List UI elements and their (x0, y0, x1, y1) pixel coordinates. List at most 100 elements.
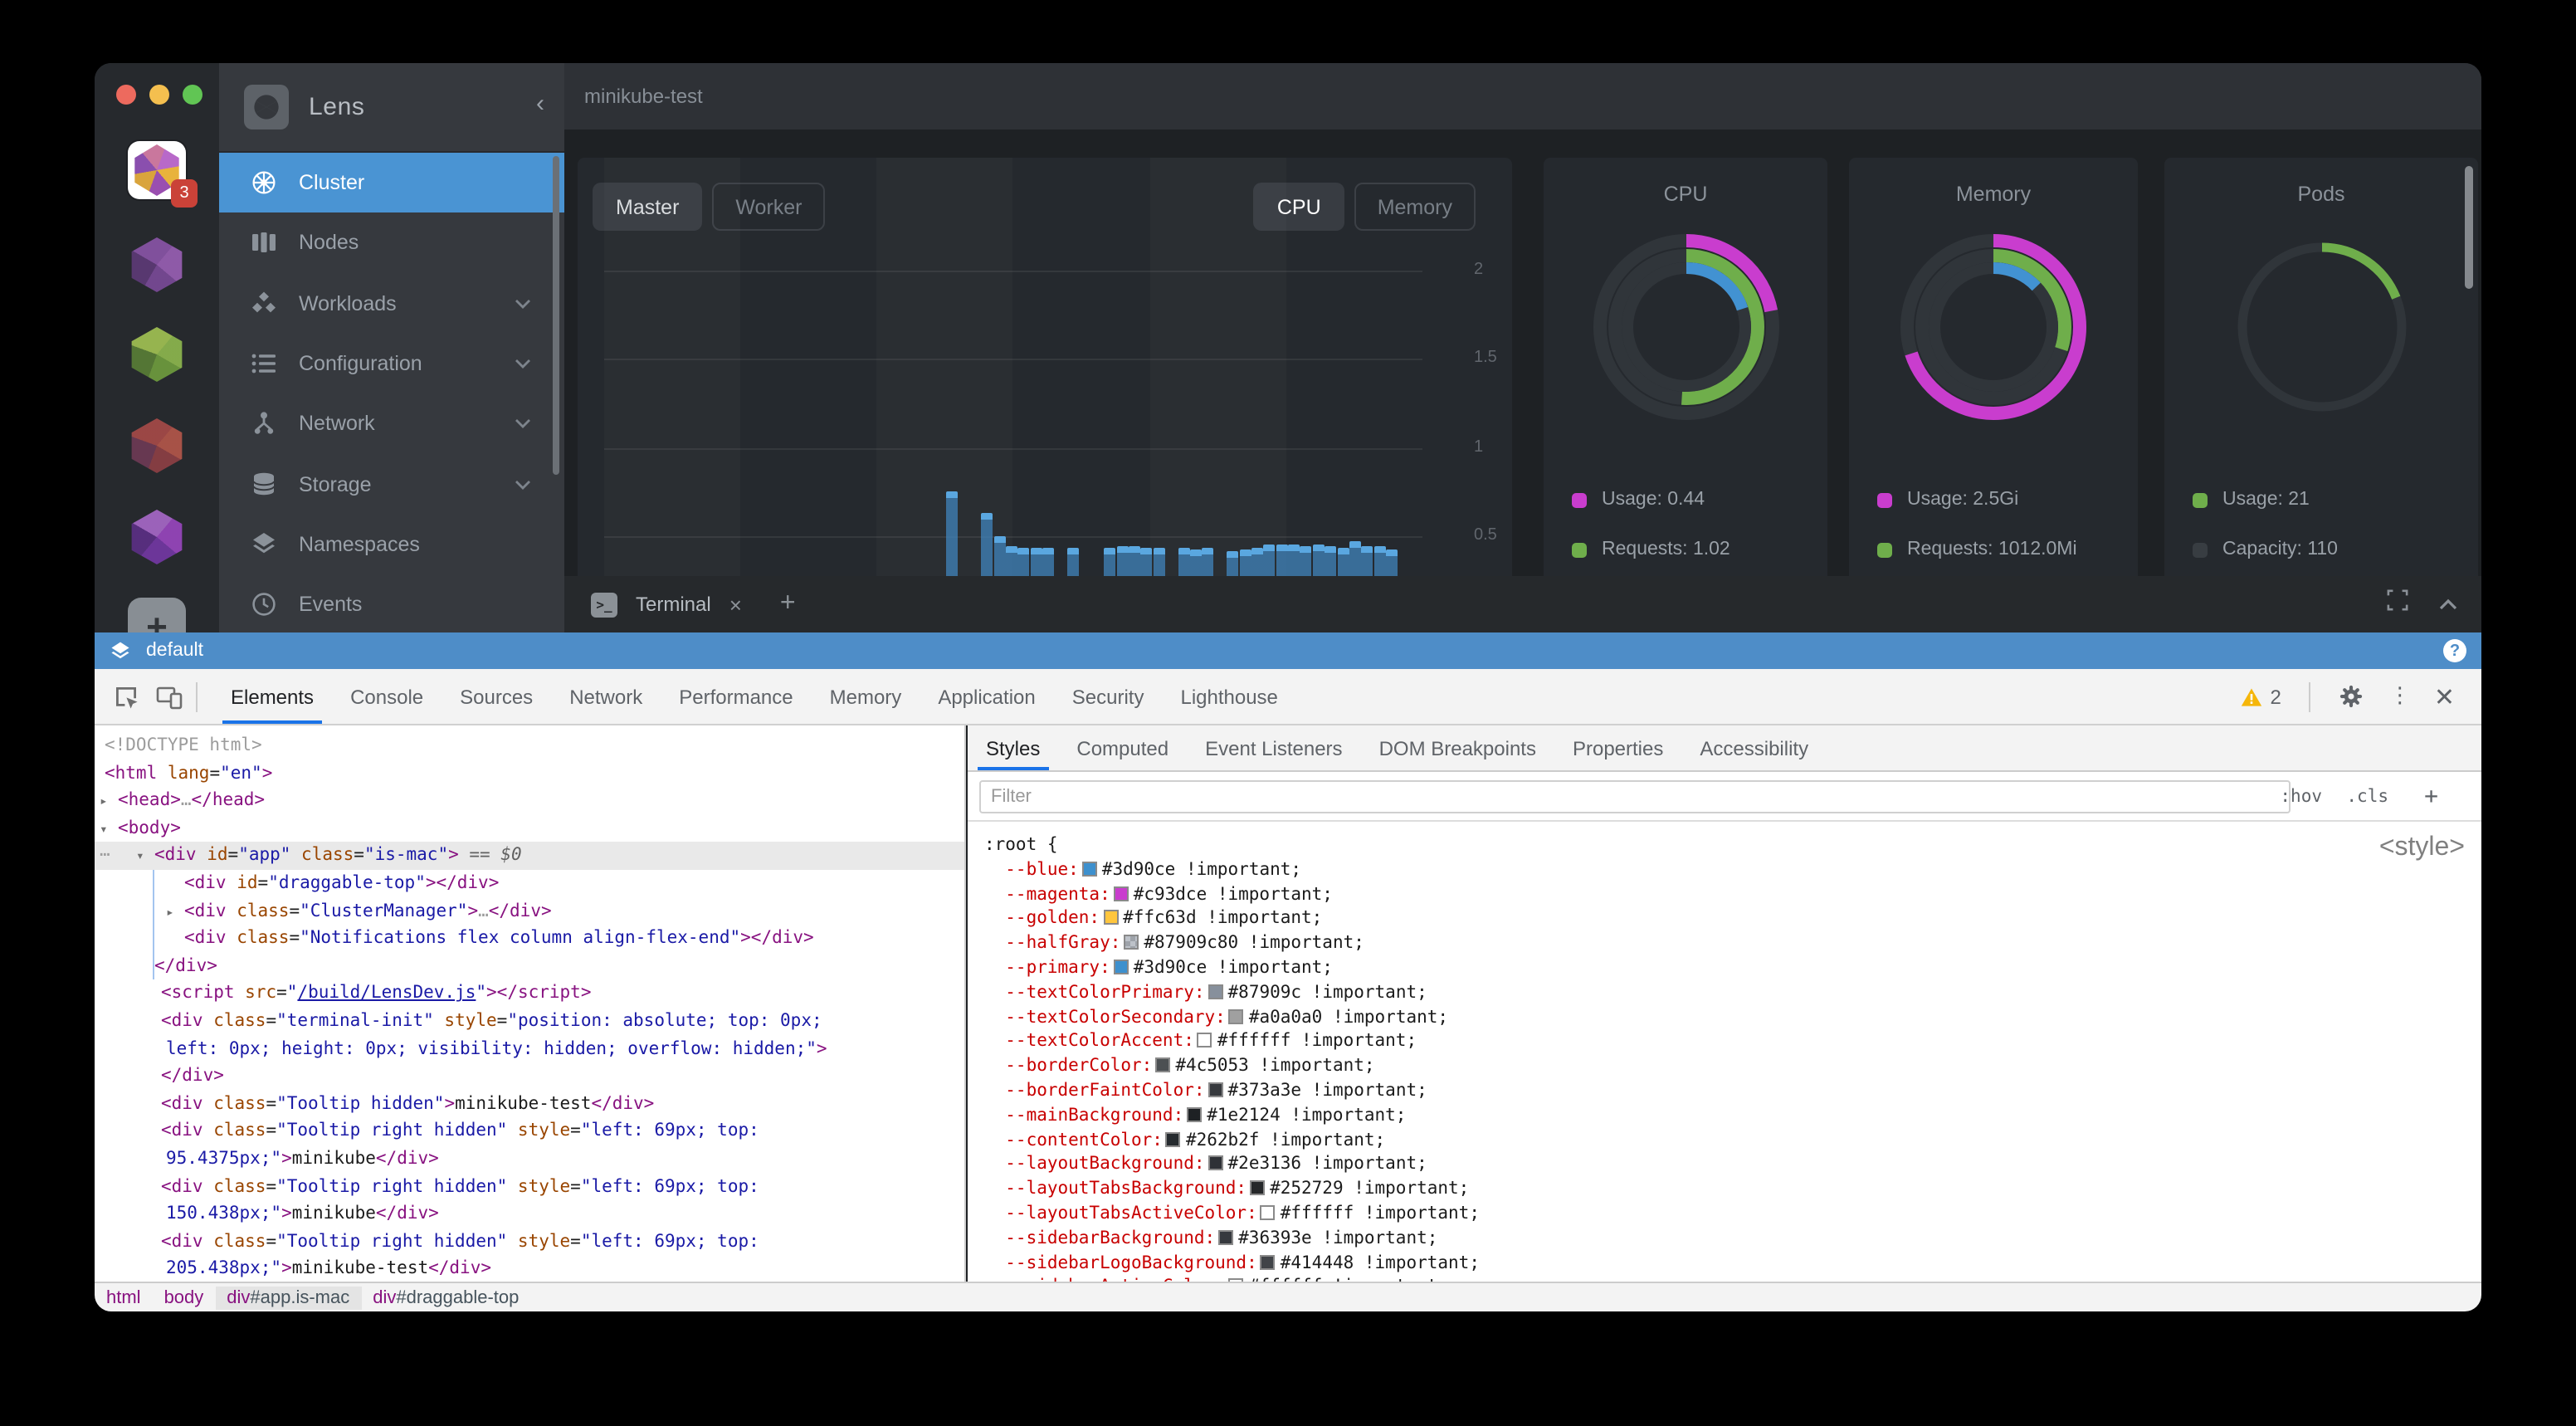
sidebar-item-workloads[interactable]: Workloads (219, 273, 564, 334)
devtools-tab-elements[interactable]: Elements (212, 669, 332, 724)
devtools-tab-console[interactable]: Console (332, 669, 442, 724)
devtools-tab-application[interactable]: Application (920, 669, 1053, 724)
css-variable-declaration[interactable]: --blue:#3d90ce !important; (984, 858, 2481, 883)
dom-tree-node[interactable]: left: 0px; height: 0px; visibility: hidd… (95, 1035, 964, 1062)
devtools-tab-performance[interactable]: Performance (661, 669, 811, 724)
main-scrollbar[interactable] (2465, 166, 2473, 289)
minimize-window-button[interactable] (149, 85, 169, 105)
color-swatch[interactable] (1261, 1205, 1276, 1220)
css-variable-declaration[interactable]: --golden:#ffc63d !important; (984, 907, 2481, 932)
breadcrumb-item[interactable]: div#draggable-top (361, 1286, 530, 1309)
sidebar-item-events[interactable]: Events (219, 574, 564, 635)
css-variable-declaration[interactable]: --borderFaintColor:#373a3e !important; (984, 1079, 2481, 1104)
dom-tree-node[interactable]: </div> (95, 1062, 964, 1090)
color-swatch[interactable] (1114, 886, 1129, 901)
style-source-link[interactable]: <style> (2379, 833, 2465, 863)
dom-tree-node[interactable]: <div class="Tooltip hidden">minikube-tes… (95, 1090, 964, 1117)
devtools-tab-security[interactable]: Security (1054, 669, 1163, 724)
devtools-tab-network[interactable]: Network (551, 669, 661, 724)
dom-tree-node[interactable]: 205.438px;">minikube-test</div> (95, 1256, 964, 1282)
dom-tree-node[interactable]: <script src="/build/LensDev.js"></script… (95, 980, 964, 1008)
new-style-rule-button[interactable]: + (2424, 772, 2438, 822)
sidebar-item-network[interactable]: Network (219, 393, 564, 454)
dom-tree-node[interactable]: <html lang="en"> (95, 759, 964, 787)
css-rules[interactable]: :root { --blue:#3d90ce !important; --mag… (968, 823, 2481, 1282)
sidebar-item-namespaces[interactable]: Namespaces (219, 515, 564, 575)
terminal-close-icon[interactable]: × (729, 592, 742, 617)
styles-tab-event-listeners[interactable]: Event Listeners (1187, 725, 1360, 770)
styles-tab-styles[interactable]: Styles (968, 725, 1058, 770)
cluster-icon[interactable] (128, 236, 186, 294)
sidebar-scrollbar[interactable] (553, 156, 559, 475)
dom-tree-node[interactable]: 150.438px;">minikube</div> (95, 1200, 964, 1228)
breadcrumb-item[interactable]: html (95, 1286, 153, 1309)
breadcrumb-item[interactable]: body (153, 1286, 216, 1309)
css-variable-declaration[interactable]: --layoutTabsActiveColor:#ffffff !importa… (984, 1202, 2481, 1227)
devtools-tab-memory[interactable]: Memory (812, 669, 920, 724)
styles-filter-input[interactable] (979, 780, 2291, 813)
zoom-window-button[interactable] (183, 85, 202, 105)
dom-tree-node[interactable]: 95.4375px;">minikube</div> (95, 1145, 964, 1173)
console-warnings-badge[interactable]: 2 (2240, 685, 2281, 708)
close-window-button[interactable] (116, 85, 136, 105)
sidebar-collapse-icon[interactable]: ‹ (536, 90, 544, 118)
color-swatch[interactable] (1082, 862, 1097, 877)
cluster-icon[interactable]: 3 (128, 141, 186, 199)
elements-panel[interactable]: <!DOCTYPE html><html lang="en">▸<head>…<… (95, 725, 966, 1282)
sidebar-item-storage[interactable]: Storage (219, 454, 564, 515)
color-swatch[interactable] (1250, 1180, 1265, 1195)
help-button[interactable]: ? (2443, 639, 2466, 662)
css-variable-declaration[interactable]: --textColorSecondary:#a0a0a0 !important; (984, 1005, 2481, 1030)
css-variable-declaration[interactable]: --magenta:#c93dce !important; (984, 882, 2481, 907)
dom-tree-node[interactable]: ▸<head>…</head> (95, 787, 964, 814)
terminal-add-icon[interactable]: + (780, 589, 796, 619)
device-toolbar-icon[interactable] (156, 683, 183, 710)
dom-tree-node[interactable]: <!DOCTYPE html> (95, 732, 964, 759)
sidebar-item-cluster[interactable]: Cluster (219, 153, 564, 213)
color-swatch[interactable] (1166, 1131, 1181, 1146)
dom-tree-node[interactable]: <div class="Tooltip right hidden" style=… (95, 1228, 964, 1255)
styles-tab-dom-breakpoints[interactable]: DOM Breakpoints (1361, 725, 1554, 770)
cluster-icon[interactable] (128, 508, 186, 566)
color-swatch[interactable] (1187, 1107, 1202, 1122)
css-variable-declaration[interactable]: --layoutBackground:#2e3136 !important; (984, 1153, 2481, 1178)
devtools-settings-icon[interactable] (2339, 683, 2366, 710)
dom-tree-node[interactable]: ▸<div class="ClusterManager">…</div> (95, 897, 964, 925)
color-swatch[interactable] (1208, 1082, 1223, 1097)
css-selector[interactable]: :root { (984, 833, 2481, 858)
devtools-tab-lighthouse[interactable]: Lighthouse (1162, 669, 1295, 724)
css-variable-declaration[interactable]: --contentColor:#262b2f !important; (984, 1128, 2481, 1153)
breadcrumb-item[interactable]: div#app.is-mac (215, 1286, 361, 1309)
devtools-close-icon[interactable]: ✕ (2434, 681, 2455, 711)
color-swatch[interactable] (1103, 911, 1118, 925)
sidebar-item-configuration[interactable]: Configuration (219, 334, 564, 394)
class-toggle[interactable]: .cls (2346, 772, 2388, 822)
css-variable-declaration[interactable]: --sidebarBackground:#36393e !important; (984, 1227, 2481, 1252)
css-variable-declaration[interactable]: --sidebarActiveColor:#ffffff !important; (984, 1276, 2481, 1282)
styles-tab-accessibility[interactable]: Accessibility (1681, 725, 1827, 770)
css-variable-declaration[interactable]: --textColorPrimary:#87909c !important; (984, 981, 2481, 1006)
color-swatch[interactable] (1198, 1033, 1212, 1048)
dom-tree-node[interactable]: </div> (95, 953, 964, 980)
color-swatch[interactable] (1208, 1156, 1223, 1171)
css-variable-declaration[interactable]: --halfGray:#87909c80 !important; (984, 931, 2481, 956)
styles-tab-computed[interactable]: Computed (1058, 725, 1187, 770)
css-variable-declaration[interactable]: --layoutTabsBackground:#252729 !importan… (984, 1177, 2481, 1202)
color-swatch[interactable] (1218, 1230, 1233, 1245)
cluster-icon[interactable] (128, 325, 186, 383)
color-swatch[interactable] (1114, 960, 1129, 974)
cluster-icon[interactable] (128, 417, 186, 475)
dom-tree-node[interactable]: ⋯▾<div id="app" class="is-mac"> == $0 (95, 842, 964, 870)
css-variable-declaration[interactable]: --borderColor:#4c5053 !important; (984, 1054, 2481, 1079)
dom-tree-node[interactable]: ▾<body> (95, 815, 964, 842)
devtools-tab-sources[interactable]: Sources (442, 669, 551, 724)
color-swatch[interactable] (1208, 984, 1223, 999)
css-variable-declaration[interactable]: --primary:#3d90ce !important; (984, 956, 2481, 981)
color-swatch[interactable] (1261, 1254, 1276, 1269)
devtools-menu-icon[interactable]: ⋮ (2389, 684, 2411, 709)
dom-tree-node[interactable]: <div class="Tooltip right hidden" style=… (95, 1173, 964, 1200)
sidebar-item-nodes[interactable]: Nodes (219, 213, 564, 274)
styles-tab-properties[interactable]: Properties (1554, 725, 1681, 770)
css-variable-declaration[interactable]: --sidebarLogoBackground:#414448 !importa… (984, 1251, 2481, 1276)
css-variable-declaration[interactable]: --mainBackground:#1e2124 !important; (984, 1104, 2481, 1129)
